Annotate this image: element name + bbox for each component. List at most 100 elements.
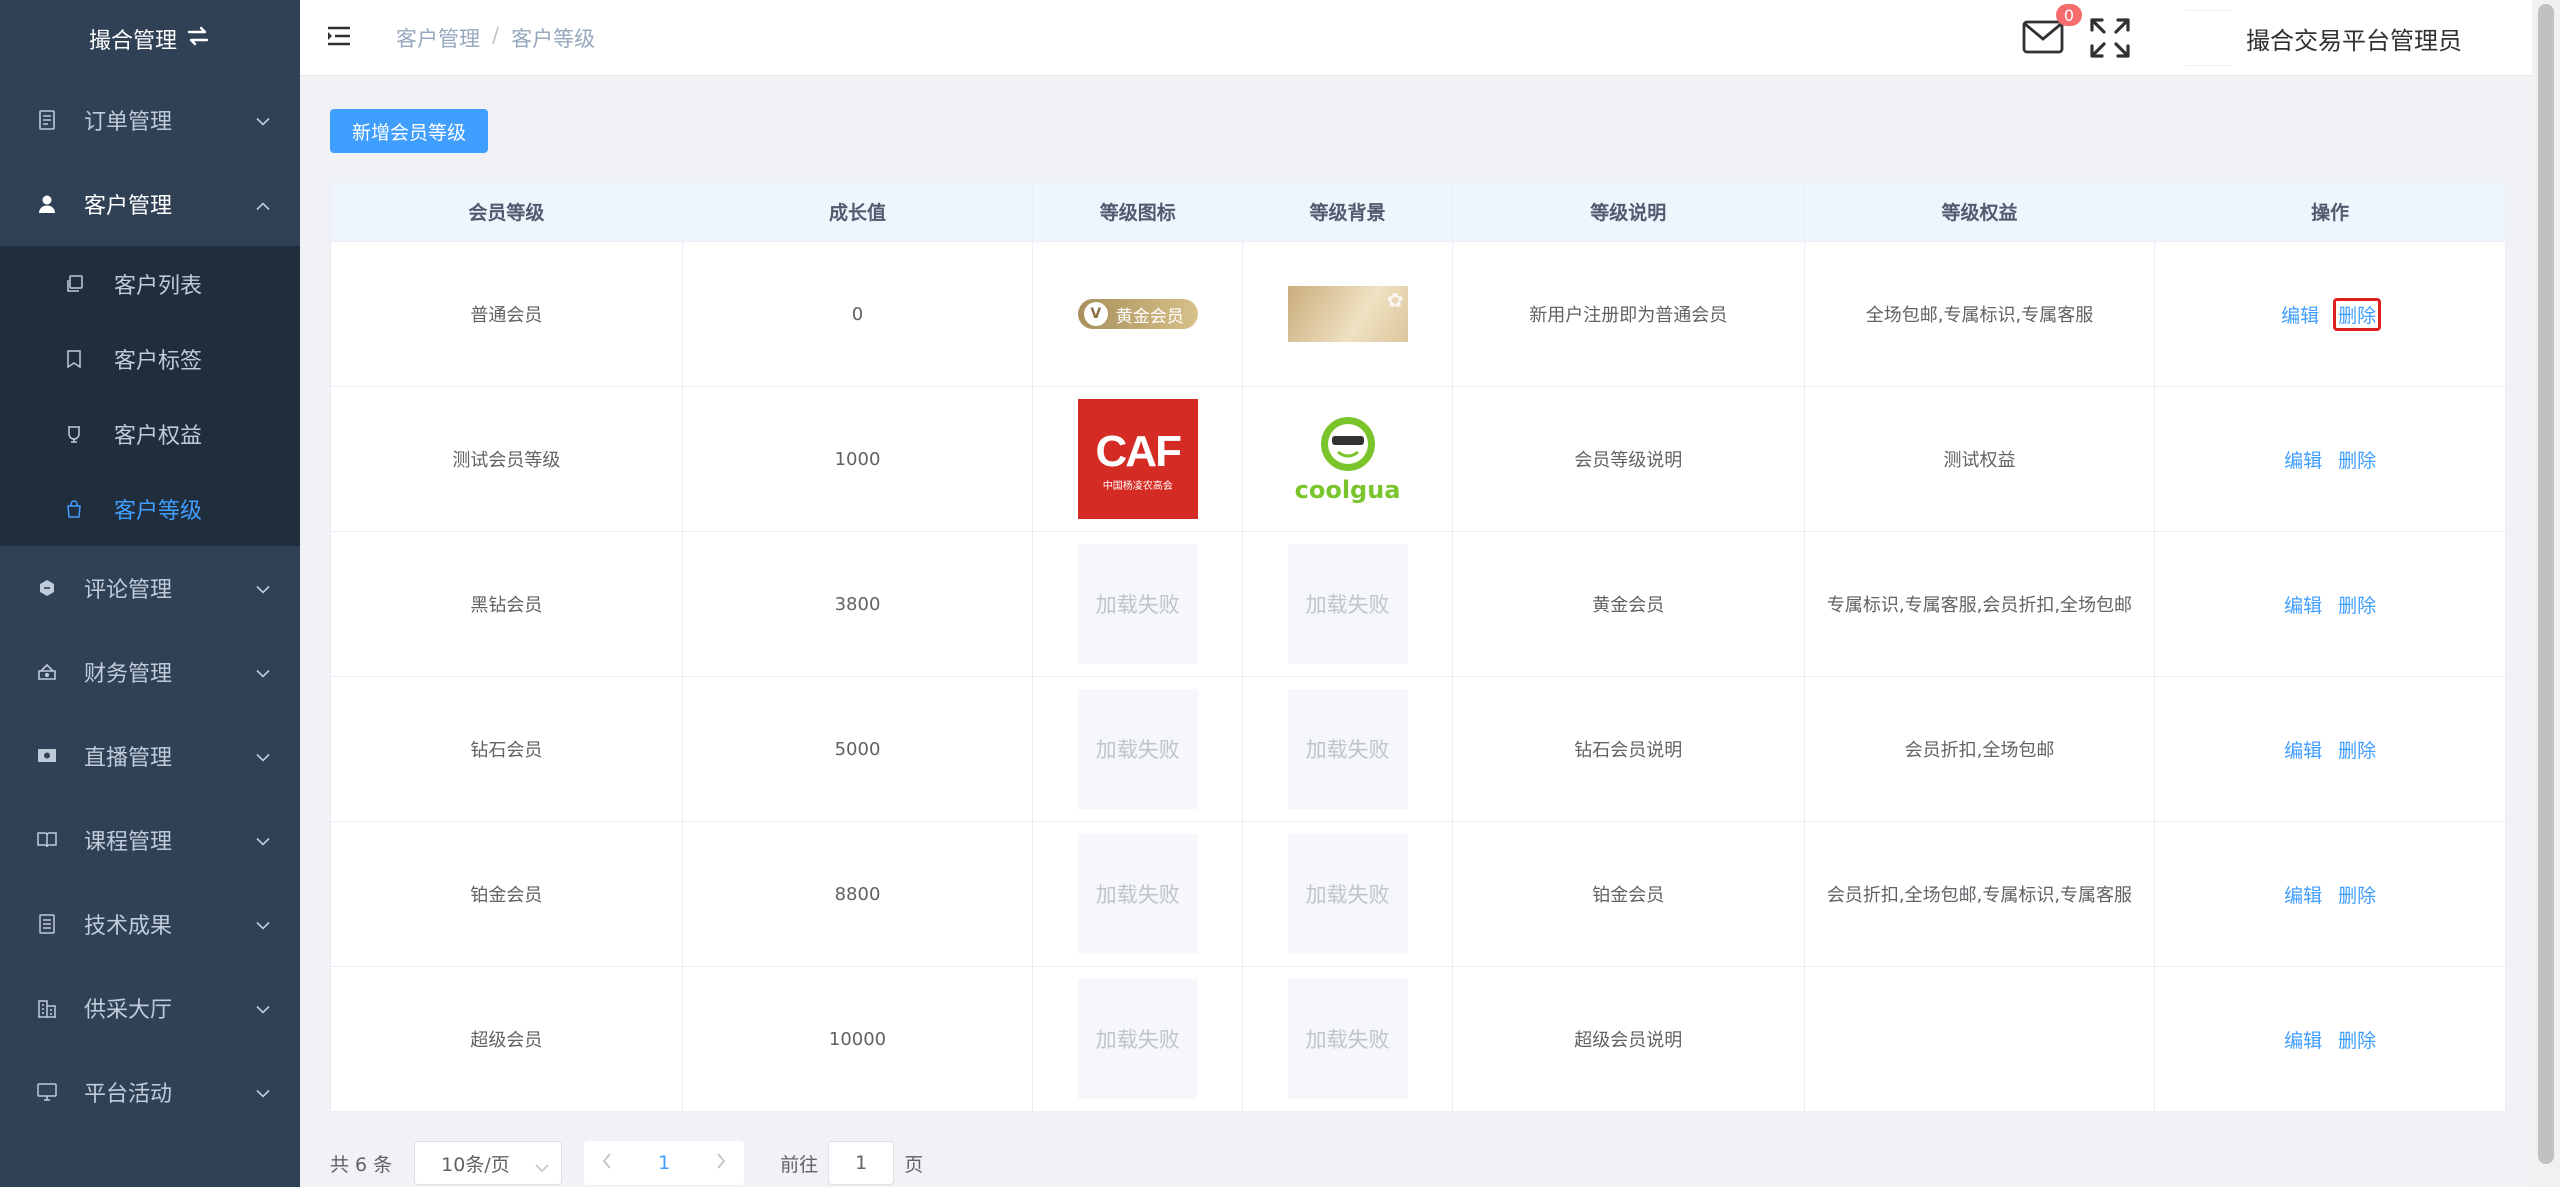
- edit-button[interactable]: 编辑: [2282, 734, 2324, 765]
- cell-actions: 编辑 删除: [2155, 387, 2505, 531]
- table-header-row: 会员等级 成长值 等级图标 等级背景 等级说明 等级权益 操作: [331, 182, 2505, 242]
- table-row: 超级会员 10000 加载失败 加载失败 超级会员说明 编辑 删除: [331, 967, 2505, 1112]
- goto-prefix: 前往: [780, 1153, 819, 1176]
- chevron-down-icon: [256, 576, 270, 601]
- delete-button[interactable]: 删除: [2336, 1024, 2378, 1055]
- column-header: 操作: [2311, 202, 2350, 224]
- delete-button[interactable]: 删除: [2333, 297, 2382, 331]
- sidebar-item-customers[interactable]: 客户管理: [0, 162, 300, 246]
- sidebar-item-activities[interactable]: 平台活动: [0, 1050, 300, 1134]
- page-number-current[interactable]: 1: [658, 1152, 670, 1174]
- edit-button[interactable]: 编辑: [2282, 444, 2324, 475]
- sidebar-item-finance[interactable]: 财务管理: [0, 630, 300, 714]
- monitor-icon: [36, 1081, 58, 1103]
- caf-logo-text: CAF: [1095, 426, 1182, 476]
- page-size-value: 10条/页: [441, 1153, 510, 1176]
- cell-desc: 超级会员说明: [1453, 967, 1805, 1111]
- page-jumper: 前往 页: [780, 1141, 923, 1185]
- sidebar-item-label: 供采大厅: [84, 998, 173, 1023]
- sidebar-subitem-label: 客户列表: [114, 273, 203, 299]
- chevron-down-icon: [256, 828, 270, 853]
- cell-growth: 8800: [683, 822, 1034, 966]
- sidebar-subitem-customer-list[interactable]: 客户列表: [0, 246, 300, 321]
- coolgua-face-icon: [1320, 417, 1375, 471]
- chevron-down-icon: [256, 996, 270, 1021]
- cell-desc: 黄金会员: [1453, 532, 1805, 676]
- mail-icon[interactable]: 0: [2022, 4, 2082, 56]
- delete-button[interactable]: 删除: [2336, 589, 2378, 620]
- cell-rights: [1805, 967, 2156, 1111]
- column-header: 会员等级: [331, 182, 683, 241]
- main-content: 新增会员等级 会员等级 成长值 等级图标 等级背景 等级说明 等级权益 操作 普…: [300, 76, 2532, 1187]
- badge-label: 黄金会员: [1115, 306, 1184, 327]
- sidebar-item-procurement[interactable]: 供采大厅: [0, 966, 300, 1050]
- cell-growth: 5000: [683, 677, 1034, 821]
- coolgua-logo-image[interactable]: coolgua: [1288, 399, 1408, 519]
- fullscreen-icon[interactable]: [2088, 16, 2132, 60]
- page-size-select[interactable]: 10条/页: [414, 1141, 563, 1185]
- breadcrumb-item[interactable]: 客户管理: [396, 23, 480, 53]
- cup-icon: [64, 424, 84, 444]
- sidebar-item-label: 评论管理: [84, 578, 173, 603]
- image-load-failed: 加载失败: [1287, 689, 1408, 809]
- goto-page-input[interactable]: [828, 1141, 895, 1185]
- next-page-icon[interactable]: [716, 1152, 726, 1174]
- cell-icon: 加载失败: [1033, 677, 1244, 821]
- document-icon: [36, 109, 58, 131]
- menu-fold-icon[interactable]: [326, 25, 352, 51]
- gear-icon: ✿: [1386, 288, 1404, 312]
- sidebar-item-label: 订单管理: [84, 110, 173, 135]
- sidebar-item-reviews[interactable]: 评论管理: [0, 546, 300, 630]
- admin-name[interactable]: 撮合交易平台管理员: [2246, 21, 2462, 56]
- delete-button[interactable]: 删除: [2336, 734, 2378, 765]
- cell-rights: 测试权益: [1805, 387, 2156, 531]
- cell-level: 铂金会员: [331, 822, 683, 966]
- cell-level: 钻石会员: [331, 677, 683, 821]
- cell-level: 普通会员: [331, 242, 683, 386]
- gold-card-image[interactable]: ✿: [1287, 286, 1408, 342]
- delete-button[interactable]: 删除: [2336, 444, 2378, 475]
- vip-gold-badge[interactable]: V 黄金会员: [1077, 299, 1198, 329]
- building-icon: [36, 997, 58, 1019]
- cell-rights: 全场包邮,专属标识,专属客服: [1805, 242, 2156, 386]
- cell-rights: 专属标识,专属客服,会员折扣,全场包邮: [1805, 532, 2156, 676]
- caf-logo-image[interactable]: CAF 中国杨凌农高会: [1077, 399, 1198, 519]
- edit-button[interactable]: 编辑: [2282, 1024, 2324, 1055]
- delete-button[interactable]: 删除: [2336, 879, 2378, 910]
- prev-page-icon[interactable]: [602, 1152, 612, 1174]
- sidebar-subitem-customer-rights[interactable]: 客户权益: [0, 396, 300, 471]
- cell-bg: 加载失败: [1243, 967, 1453, 1111]
- column-header: 等级图标: [1033, 182, 1244, 241]
- video-icon: [36, 745, 58, 767]
- column-header: 成长值: [683, 182, 1034, 241]
- avatar[interactable]: [2186, 10, 2232, 66]
- sidebar-item-label: 直播管理: [84, 746, 173, 771]
- cell-desc: 铂金会员: [1453, 822, 1805, 966]
- add-member-level-button[interactable]: 新增会员等级: [330, 109, 489, 153]
- image-load-failed: 加载失败: [1077, 544, 1198, 664]
- swap-icon[interactable]: [185, 24, 211, 54]
- cell-rights: 会员折扣,全场包邮,专属标识,专属客服: [1805, 822, 2156, 966]
- scrollbar-thumb[interactable]: [2538, 4, 2554, 1164]
- sidebar-item-live[interactable]: 直播管理: [0, 714, 300, 798]
- cell-level: 黑钻会员: [331, 532, 683, 676]
- sidebar-logo[interactable]: 撮合管理: [0, 0, 300, 78]
- sidebar-item-courses[interactable]: 课程管理: [0, 798, 300, 882]
- image-load-failed: 加载失败: [1077, 689, 1198, 809]
- edit-button[interactable]: 编辑: [2282, 589, 2324, 620]
- sidebar-item-orders[interactable]: 订单管理: [0, 78, 300, 162]
- edit-button[interactable]: 编辑: [2279, 299, 2321, 330]
- edit-button[interactable]: 编辑: [2282, 879, 2324, 910]
- goto-suffix: 页: [904, 1153, 924, 1176]
- list-icon: [36, 913, 58, 935]
- sidebar-item-tech[interactable]: 技术成果: [0, 882, 300, 966]
- sidebar-subitem-customer-tags[interactable]: 客户标签: [0, 321, 300, 396]
- coolgua-logo-text: coolgua: [1294, 476, 1401, 504]
- image-load-failed: 加载失败: [1077, 979, 1198, 1099]
- page-scrollbar[interactable]: [2532, 0, 2560, 1187]
- sidebar-subitem-customer-level[interactable]: 客户等级: [0, 471, 300, 546]
- image-load-failed: 加载失败: [1287, 544, 1408, 664]
- sidebar-item-label: 平台活动: [84, 1082, 173, 1107]
- sidebar: 撮合管理 订单管理 客户管理 客户列表 客户标签 客户权益 客户等级 评论管理 …: [0, 0, 300, 1187]
- finance-icon: [36, 661, 58, 683]
